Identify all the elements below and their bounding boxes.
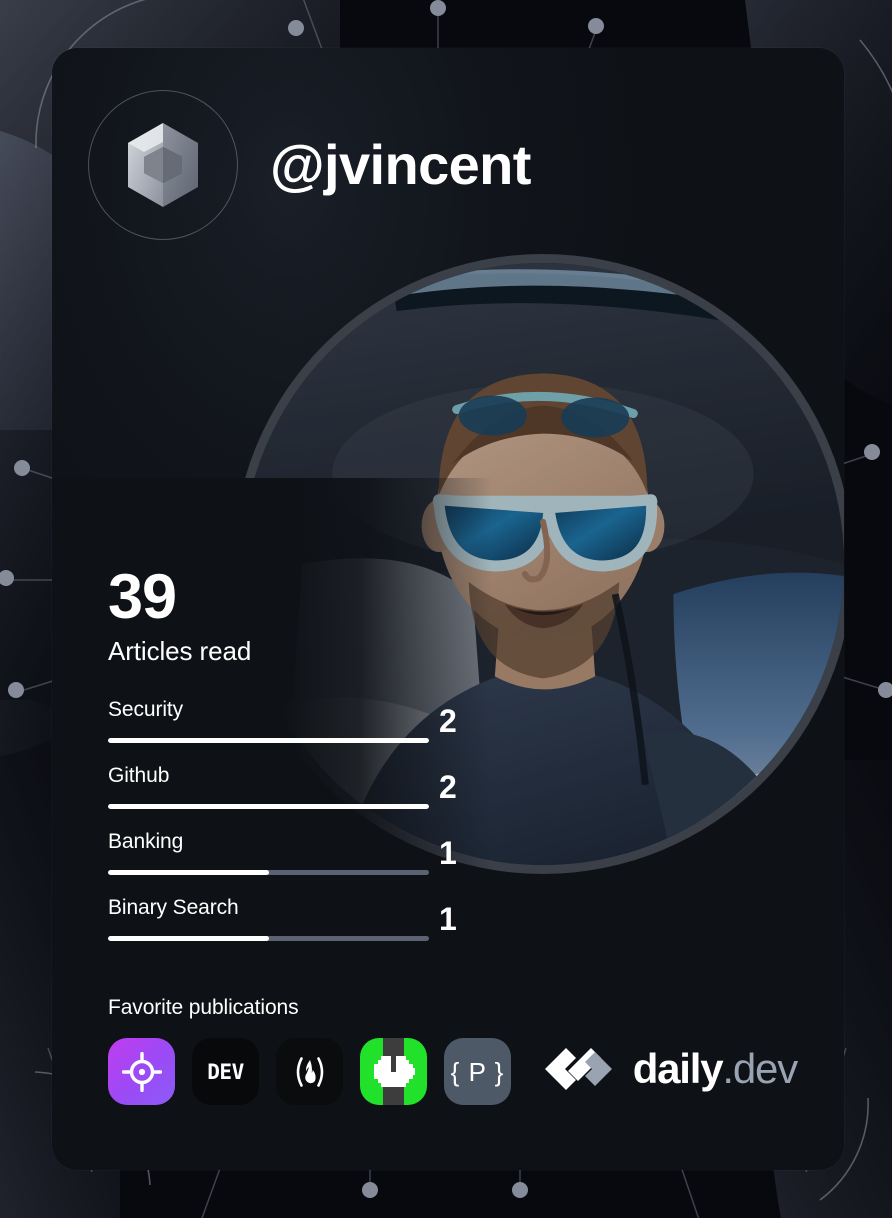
daily-dev-hexagon-badge-icon [88,90,238,240]
tag-value: 1 [439,901,457,938]
tag-progress-fill [108,936,269,942]
brand-name-suffix: .dev [722,1045,798,1092]
tag-progress-track [108,804,429,810]
articles-read-count: 39 [108,562,177,632]
tag-progress-track [108,738,429,744]
tag-label: Binary Search [108,896,239,920]
tag-progress-fill [108,804,429,810]
tag-value: 1 [439,835,457,872]
tag-row: Github 2 [108,765,528,831]
username: @jvincent [270,133,531,196]
daily-dev-logo-mark-icon [544,1048,612,1090]
tag-value: 2 [439,769,457,806]
brand-name-primary: daily [632,1045,724,1092]
tag-label: Security [108,698,184,722]
green-plug-publication-icon[interactable] [360,1038,427,1105]
tag-progress-fill [108,738,429,744]
tag-row: Banking 1 [108,831,528,897]
dev-to-publication-icon[interactable]: DEV [192,1038,259,1105]
tag-row: Binary Search 1 [108,897,528,963]
tag-progress-track [108,870,429,876]
card-header: @jvincent [88,90,531,240]
curly-p-publication-icon[interactable]: { P } [444,1038,511,1105]
tag-row: Security 2 [108,699,528,765]
tag-value: 2 [439,703,457,740]
tag-progress-fill [108,870,269,876]
brand-wordmark: daily.dev [632,1045,799,1092]
hashnode-flame-publication-icon[interactable] [276,1038,343,1105]
publication-icon-list: DEV {P} [108,1038,511,1105]
tag-label: Banking [108,830,184,854]
target-crosshair-publication-icon[interactable] [108,1038,175,1105]
tag-progress-track [108,936,429,942]
top-tags-list: Security 2 Github 2 Banking 1 Binary Sea… [108,699,528,963]
articles-read-label: Articles read [108,635,252,666]
daily-dev-brand: daily.dev [544,1045,799,1092]
curly-p-label: { P } [450,1056,505,1087]
devcard-root: @jvincent 39 Articles read Security 2 Gi… [0,0,892,1218]
favorite-publications-section: Favorite publications DEV {P} [108,996,511,1105]
devcard: @jvincent 39 Articles read Security 2 Gi… [52,48,844,1170]
favorite-publications-label: Favorite publications [108,996,299,1019]
stats-section: 39 Articles read Security 2 Github 2 Ban… [108,562,528,963]
dev-to-label: DEV [207,1059,244,1084]
tag-label: Github [108,764,170,788]
